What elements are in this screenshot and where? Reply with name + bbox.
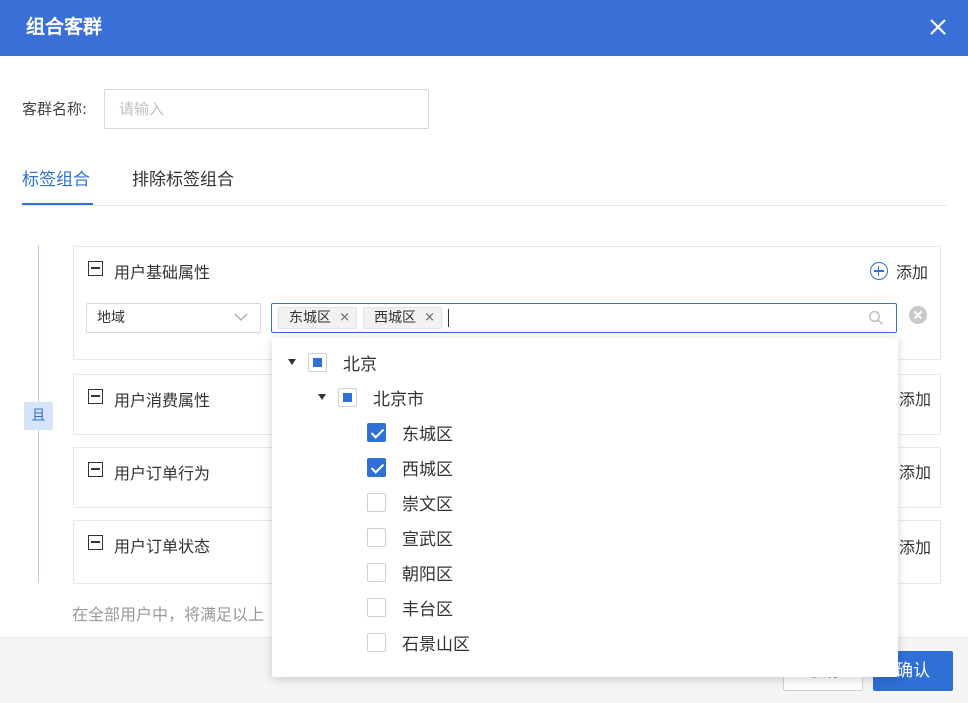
add-condition-button[interactable]: 添加 [895,386,931,410]
tree-node-district[interactable]: 石景山区 [367,628,470,656]
tree-checkbox[interactable] [367,492,386,512]
tree-node-label: 崇文区 [402,494,453,515]
tree-node-label: 朝阳区 [402,564,453,585]
chevron-down-icon [234,313,248,321]
add-condition-button[interactable]: 添加 [869,259,928,283]
tabs-divider [22,205,947,206]
selected-tag-label: 东城区 [289,310,331,326]
tree-node-label: 石景山区 [402,634,470,655]
dialog-header: 组合客群 [0,0,968,56]
tree-node-district[interactable]: 宣武区 [367,523,453,551]
tag-remove-icon[interactable]: × [424,308,435,328]
dialog-title: 组合客群 [26,16,103,38]
tree-node-label: 北京 [343,354,377,375]
tab-tag-combination[interactable]: 标签组合 [22,165,90,190]
tree-node-label: 北京市 [373,389,424,410]
attribute-select[interactable]: 地域 [86,303,261,333]
tree-node-province[interactable]: 北京 [288,348,377,376]
expand-caret-icon[interactable] [318,394,326,400]
tree-checkbox[interactable] [308,352,327,372]
group-title: 用户消费属性 [114,391,211,410]
tree-node-district[interactable]: 丰台区 [367,593,453,621]
tree-checkbox[interactable] [367,527,386,547]
group-title: 用户订单状态 [114,537,211,556]
tree-node-label: 宣武区 [402,529,453,550]
add-condition-button[interactable]: 添加 [895,459,931,483]
tree-node-district[interactable]: 西城区 [367,453,453,481]
close-icon[interactable] [926,15,950,39]
tree-node-label: 东城区 [402,424,453,445]
plus-circle-icon [869,262,888,280]
tree-node-district[interactable]: 崇文区 [367,488,453,516]
tree-node-city[interactable]: 北京市 [318,383,424,411]
collapse-icon[interactable] [88,535,103,550]
tree-node-label: 丰台区 [402,599,453,620]
logic-and-badge[interactable]: 且 [24,402,53,430]
tree-checkbox[interactable] [338,387,357,407]
tree-checkbox[interactable] [367,562,386,582]
attribute-select-value: 地域 [97,310,125,326]
tag-remove-icon[interactable]: × [339,308,350,328]
tree-node-district[interactable]: 朝阳区 [367,558,453,586]
tree-checkbox[interactable] [367,632,386,652]
tree-checkbox[interactable] [367,597,386,617]
collapse-icon[interactable] [88,462,103,477]
tree-checkbox[interactable] [367,422,386,442]
collapse-icon[interactable] [88,389,103,404]
remove-condition-icon[interactable] [909,306,927,324]
add-label: 添加 [895,263,928,282]
region-tree-dropdown: 北京 北京市 东城区 西城区 崇文区 宣武区 朝阳区 丰台区 石景山区 [272,338,898,677]
collapse-icon[interactable] [88,261,103,276]
group-name-label: 客群名称: [22,100,88,118]
expand-caret-icon[interactable] [288,359,296,365]
selected-tag-label: 西城区 [374,310,416,326]
search-icon [869,311,883,325]
group-title: 用户基础属性 [114,263,211,282]
group-name-input[interactable] [104,89,429,129]
text-cursor [448,309,449,327]
selected-tag: 西城区 × [363,307,442,329]
tree-node-label: 西城区 [402,459,453,480]
add-condition-button[interactable]: 添加 [895,534,931,558]
region-multiselect[interactable]: 东城区 × 西城区 × [271,303,897,333]
tree-node-district[interactable]: 东城区 [367,418,453,446]
group-title: 用户订单行为 [114,464,211,483]
tree-checkbox[interactable] [367,457,386,477]
selected-tag: 东城区 × [278,307,357,329]
tab-exclude-tag-combination[interactable]: 排除标签组合 [132,165,234,190]
summary-hint: 在全部用户中，将满足以上 [72,605,265,624]
